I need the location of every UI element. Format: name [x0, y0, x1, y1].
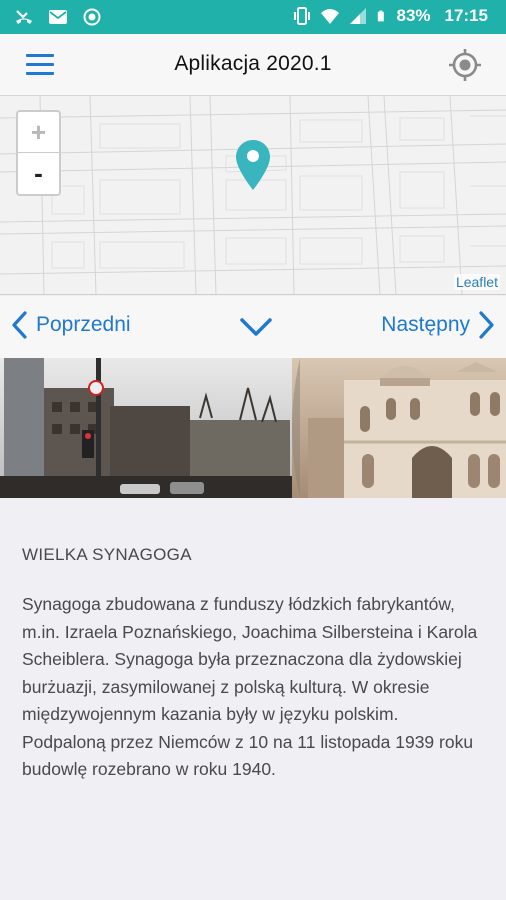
record-icon — [83, 8, 101, 26]
chevron-right-icon — [479, 311, 494, 339]
item-navigation: Poprzedni Następny — [0, 296, 506, 358]
chevron-down-icon[interactable] — [238, 314, 274, 340]
status-bar: 83% 17:15 — [0, 0, 506, 34]
map-marker-icon[interactable] — [234, 138, 272, 192]
photo-composite — [0, 358, 506, 498]
location-photo — [0, 358, 506, 498]
previous-label: Poprzedni — [36, 313, 131, 336]
chevron-left-icon — [12, 311, 27, 339]
zoom-in-button[interactable]: + — [18, 112, 59, 153]
previous-button[interactable]: Poprzedni — [10, 310, 131, 340]
signal-icon — [350, 8, 367, 24]
map-view[interactable]: + - Leaflet — [0, 96, 506, 295]
wifi-icon — [321, 9, 340, 24]
article-body: Synagoga zbudowana z funduszy łódzkich f… — [22, 594, 478, 779]
page-title: Aplikacja 2020.1 — [174, 52, 332, 75]
app-header: Aplikacja 2020.1 — [0, 34, 506, 96]
zoom-control: + - — [16, 110, 61, 196]
mail-icon — [49, 10, 67, 24]
map-streets — [0, 96, 506, 294]
missed-call-icon — [16, 10, 32, 24]
vibrate-icon — [294, 7, 311, 25]
next-label: Następny — [381, 313, 470, 336]
article-heading: WIELKA SYNAGOGA — [22, 545, 192, 564]
article: WIELKA SYNAGOGA Synagoga zbudowana z fun… — [22, 545, 486, 784]
crosshair-locate-icon[interactable] — [448, 48, 482, 82]
clock: 17:15 — [444, 6, 488, 25]
battery-percent: 83% — [396, 6, 431, 25]
next-button[interactable]: Następny — [381, 310, 496, 340]
map-attribution-link[interactable]: Leaflet — [453, 274, 500, 290]
battery-icon — [378, 10, 385, 22]
zoom-out-button[interactable]: - — [18, 153, 59, 194]
